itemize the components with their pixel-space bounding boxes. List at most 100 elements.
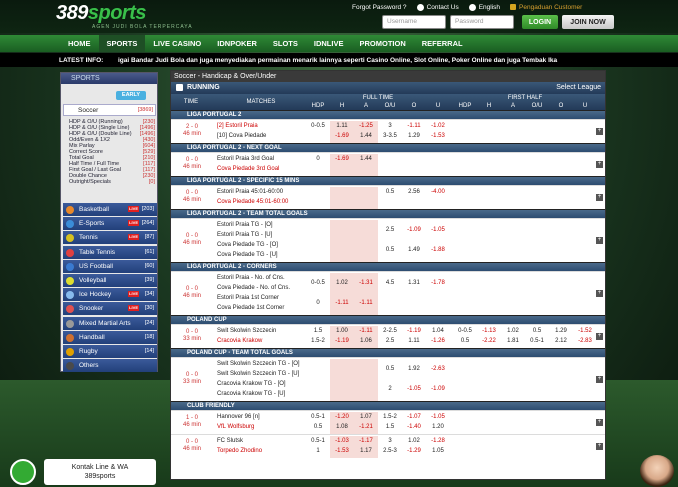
odds-value[interactable]: 1.05: [426, 448, 450, 454]
odds-value[interactable]: 1.44: [354, 156, 378, 162]
sidebar-item[interactable]: Tennis LIVE [87]: [63, 231, 157, 245]
refresh-icon[interactable]: [176, 84, 183, 91]
sidebar-item[interactable]: Table Tennis [61]: [63, 245, 157, 259]
odds-value[interactable]: 1.29: [549, 328, 573, 334]
odds-value[interactable]: 2.5-3: [378, 448, 402, 454]
odds-value[interactable]: -1.78: [426, 280, 450, 286]
odds-value[interactable]: -1.03: [330, 438, 354, 444]
sidebar-item[interactable]: Handball [18]: [63, 330, 157, 344]
odds-value[interactable]: 1.20: [426, 424, 450, 430]
odds-value[interactable]: 0-0.5: [453, 328, 477, 334]
join-now-button[interactable]: JOIN NOW: [562, 15, 614, 29]
odds-value[interactable]: -1.11: [330, 300, 354, 306]
odds-value[interactable]: 0: [306, 300, 330, 306]
sidebar-item[interactable]: Mixed Martial Arts [24]: [63, 316, 157, 330]
chat-icon[interactable]: [10, 459, 36, 485]
nav-slots[interactable]: SLOTS: [265, 35, 306, 52]
odds-value[interactable]: -1.53: [330, 448, 354, 454]
nav-promotion[interactable]: PROMOTION: [351, 35, 413, 52]
odds-value[interactable]: -1.69: [330, 133, 354, 139]
odds-value[interactable]: 1.17: [354, 448, 378, 454]
nav-live-casino[interactable]: LIVE CASINO: [145, 35, 209, 52]
odds-value[interactable]: -1.19: [330, 338, 354, 344]
nav-home[interactable]: HOME: [60, 35, 99, 52]
odds-value[interactable]: -1.26: [426, 338, 450, 344]
odds-value[interactable]: 1.31: [402, 280, 426, 286]
odds-value[interactable]: -1.29: [402, 448, 426, 454]
expand-button[interactable]: +: [596, 237, 603, 244]
odds-value[interactable]: 1.11: [330, 123, 354, 129]
odds-value[interactable]: 2.56: [402, 189, 426, 195]
odds-value[interactable]: 3: [378, 438, 402, 444]
support-avatar[interactable]: [640, 455, 674, 487]
sidebar-item[interactable]: Volleyball [39]: [63, 274, 157, 287]
username-input[interactable]: Username: [382, 15, 446, 29]
sidebar-subitem[interactable]: Outright/Specials [0]: [69, 179, 157, 185]
odds-value[interactable]: 1.5: [378, 424, 402, 430]
odds-value[interactable]: 1.49: [402, 247, 426, 253]
odds-value[interactable]: 1.02: [402, 438, 426, 444]
expand-button[interactable]: +: [596, 376, 603, 383]
odds-value[interactable]: 1.08: [330, 424, 354, 430]
expand-button[interactable]: +: [596, 128, 603, 135]
odds-value[interactable]: 2-2.5: [378, 328, 402, 334]
password-input[interactable]: Password: [450, 15, 514, 29]
odds-value[interactable]: -2.83: [573, 338, 597, 344]
forgot-password-link[interactable]: Forgot Password ?: [352, 2, 407, 12]
odds-value[interactable]: 0-0.5: [306, 123, 330, 129]
odds-value[interactable]: -1.21: [354, 424, 378, 430]
odds-value[interactable]: -1.88: [426, 247, 450, 253]
sidebar-item[interactable]: Basketball LIVE [203]: [63, 203, 157, 216]
odds-value[interactable]: -1.09: [402, 227, 426, 233]
odds-value[interactable]: 3-3.5: [378, 133, 402, 139]
odds-value[interactable]: 0.5-1: [306, 438, 330, 444]
odds-value[interactable]: 2.5: [378, 227, 402, 233]
nav-sports[interactable]: SPORTS: [98, 35, 146, 52]
odds-value[interactable]: 0.5: [453, 338, 477, 344]
complaint-link[interactable]: Pengaduan Customer: [510, 2, 582, 12]
odds-value[interactable]: -1.11: [402, 123, 426, 129]
odds-value[interactable]: 4.5: [378, 280, 402, 286]
odds-value[interactable]: 0: [306, 156, 330, 162]
odds-value[interactable]: 1.92: [402, 366, 426, 372]
expand-button[interactable]: +: [596, 333, 603, 340]
odds-value[interactable]: 1: [306, 448, 330, 454]
odds-value[interactable]: -1.02: [426, 123, 450, 129]
sidebar-item-soccer[interactable]: Soccer [3869]: [63, 104, 156, 116]
odds-value[interactable]: 0.5: [525, 328, 549, 334]
odds-value[interactable]: 2: [378, 386, 402, 392]
odds-value[interactable]: -1.13: [477, 328, 501, 334]
contact-us-link[interactable]: Contact Us: [416, 2, 459, 12]
odds-value[interactable]: 1.06: [354, 338, 378, 344]
odds-value[interactable]: -1.07: [402, 414, 426, 420]
expand-button[interactable]: +: [596, 443, 603, 450]
odds-value[interactable]: 0.5: [378, 247, 402, 253]
sidebar-item[interactable]: E-Sports LIVE [264]: [63, 217, 157, 231]
odds-value[interactable]: 3: [378, 123, 402, 129]
early-button[interactable]: EARLY: [116, 91, 146, 100]
odds-value[interactable]: 0.5: [378, 189, 402, 195]
odds-value[interactable]: -1.52: [573, 328, 597, 334]
odds-value[interactable]: 1.5: [306, 328, 330, 334]
odds-value[interactable]: -2.22: [477, 338, 501, 344]
odds-value[interactable]: 0.5: [306, 424, 330, 430]
odds-value[interactable]: 0-0.5: [306, 280, 330, 286]
odds-value[interactable]: -1.05: [426, 414, 450, 420]
nav-idnlive[interactable]: IDNLIVE: [306, 35, 352, 52]
odds-value[interactable]: 1.44: [354, 133, 378, 139]
odds-value[interactable]: -1.05: [402, 386, 426, 392]
odds-value[interactable]: 1.07: [354, 414, 378, 420]
odds-value[interactable]: -1.25: [354, 123, 378, 129]
sidebar-item[interactable]: Ice Hockey LIVE [34]: [63, 288, 157, 302]
language-select[interactable]: English: [468, 2, 500, 12]
expand-button[interactable]: +: [596, 194, 603, 201]
odds-value[interactable]: 2.5: [378, 338, 402, 344]
sidebar-item[interactable]: US Football [60]: [63, 259, 157, 273]
odds-value[interactable]: 0.5-1: [306, 414, 330, 420]
odds-value[interactable]: -1.11: [354, 300, 378, 306]
site-logo[interactable]: 389sports: [56, 2, 147, 25]
odds-value[interactable]: -1.20: [330, 414, 354, 420]
odds-value[interactable]: -4.00: [426, 189, 450, 195]
odds-value[interactable]: 0.5-1: [525, 338, 549, 344]
sidebar-item[interactable]: Others: [63, 359, 157, 373]
